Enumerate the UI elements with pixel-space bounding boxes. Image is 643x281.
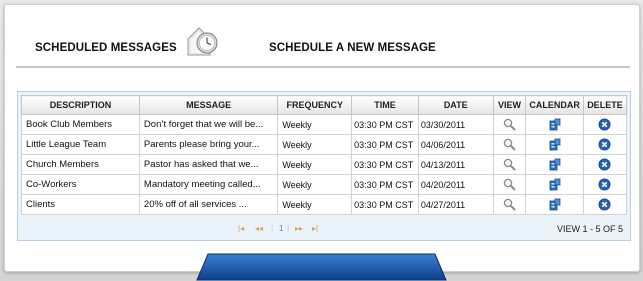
calendar-icon[interactable] — [549, 138, 561, 152]
row-calendar-cell — [525, 154, 584, 175]
magnifier-icon[interactable] — [503, 138, 516, 151]
table-row[interactable]: Clients 20% off of all services ... Weekly… — [21, 194, 628, 215]
row-message: Pastor has asked that we... — [138, 154, 279, 175]
row-date: 04/20/2011 — [417, 174, 494, 195]
column-header-message[interactable]: MESSAGE — [138, 95, 279, 115]
messages-table: DESCRIPTION MESSAGE FREQUENCY TIME DATE … — [21, 95, 628, 215]
column-header-delete: DELETE — [582, 95, 628, 115]
row-time: 03:30 PM CST — [351, 194, 419, 215]
pager: |◂ ◂◂ | 1 | ▸▸ ▸| VIEW 1 - 5 OF 5 — [21, 221, 627, 238]
row-description: Co-Workers — [21, 174, 140, 195]
row-time: 03:30 PM CST — [351, 134, 419, 155]
row-time: 03:30 PM CST — [351, 114, 419, 135]
row-message: Parents please bring your... — [138, 134, 279, 155]
calendar-icon[interactable] — [549, 178, 561, 192]
row-message: Mandatory meeting called... — [138, 174, 279, 195]
scheduled-messages-tab[interactable]: SCHEDULED MESSAGES — [35, 42, 177, 54]
column-header-time[interactable]: TIME — [351, 95, 419, 115]
row-date: 04/27/2011 — [417, 194, 494, 215]
pager-prev-button[interactable]: ◂◂ — [255, 224, 263, 233]
bottom-tab — [196, 253, 447, 281]
row-date: 03/30/2011 — [417, 114, 494, 135]
pager-first-button[interactable]: |◂ — [238, 224, 244, 233]
magnifier-icon[interactable] — [503, 178, 516, 191]
row-calendar-cell — [525, 174, 584, 195]
delete-icon[interactable] — [598, 138, 611, 151]
row-date: 04/06/2011 — [417, 134, 494, 155]
row-frequency: Weekly — [277, 154, 353, 175]
row-description: Book Club Members — [21, 114, 140, 135]
delete-icon[interactable] — [598, 198, 611, 211]
messages-panel: SCHEDULED MESSAGES SCHEDULE A NEW MESSAG… — [4, 4, 640, 272]
messages-grid: DESCRIPTION MESSAGE FREQUENCY TIME DATE … — [17, 91, 631, 241]
magnifier-icon[interactable] — [503, 118, 516, 131]
row-view-cell — [492, 154, 527, 175]
column-header-calendar: CALENDAR — [525, 95, 584, 115]
table-header-row: DESCRIPTION MESSAGE FREQUENCY TIME DATE … — [21, 95, 628, 115]
table-row[interactable]: Book Club Members Don’t forget that we wi… — [21, 114, 628, 135]
row-frequency: Weekly — [277, 194, 353, 215]
panel-header: SCHEDULED MESSAGES SCHEDULE A NEW MESSAG… — [5, 5, 639, 69]
pager-last-button[interactable]: ▸| — [312, 224, 318, 233]
pager-separator: | — [287, 224, 290, 233]
magnifier-icon[interactable] — [503, 198, 516, 211]
column-header-frequency[interactable]: FREQUENCY — [277, 95, 353, 115]
delete-icon[interactable] — [598, 178, 611, 191]
row-delete-cell — [582, 114, 628, 135]
table-row[interactable]: Co-Workers Mandatory meeting called... Wee… — [21, 174, 628, 195]
delete-icon[interactable] — [598, 158, 611, 171]
column-header-description[interactable]: DESCRIPTION — [21, 95, 140, 115]
pager-next-button[interactable]: ▸▸ — [295, 224, 303, 233]
row-delete-cell — [582, 154, 628, 175]
header-divider — [16, 66, 630, 68]
row-view-cell — [492, 134, 527, 155]
column-header-view: VIEW — [492, 95, 527, 115]
row-view-cell — [492, 194, 527, 215]
row-frequency: Weekly — [277, 174, 353, 195]
row-frequency: Weekly — [277, 114, 353, 135]
pager-page-number[interactable]: 1 — [279, 224, 283, 233]
calendar-icon[interactable] — [549, 198, 561, 212]
row-delete-cell — [582, 174, 628, 195]
row-view-cell — [492, 174, 527, 195]
pager-separator: | — [271, 224, 274, 233]
column-header-date[interactable]: DATE — [417, 95, 494, 115]
pager-view-count: VIEW 1 - 5 OF 5 — [556, 224, 623, 234]
row-delete-cell — [582, 134, 628, 155]
row-calendar-cell — [525, 114, 584, 135]
calendar-icon[interactable] — [549, 118, 561, 132]
row-calendar-cell — [525, 194, 584, 215]
row-description: Clients — [21, 194, 140, 215]
row-calendar-cell — [525, 134, 584, 155]
row-time: 03:30 PM CST — [351, 154, 419, 175]
table-row[interactable]: Little League Team Parents please bring y… — [21, 134, 628, 155]
calendar-icon[interactable] — [549, 158, 561, 172]
clock-icon[interactable] — [185, 25, 221, 57]
row-frequency: Weekly — [277, 134, 353, 155]
row-message: Don’t forget that we will be... — [138, 114, 279, 135]
table-row[interactable]: Church Members Pastor has asked that we..… — [21, 154, 628, 175]
row-description: Church Members — [21, 154, 140, 175]
row-view-cell — [492, 114, 527, 135]
magnifier-icon[interactable] — [503, 158, 516, 171]
row-message: 20% off of all services ... — [138, 194, 279, 215]
schedule-new-message-tab[interactable]: SCHEDULE A NEW MESSAGE — [269, 42, 436, 54]
delete-icon[interactable] — [598, 118, 611, 131]
row-date: 04/13/2011 — [417, 154, 494, 175]
row-description: Little League Team — [21, 134, 140, 155]
row-delete-cell — [582, 194, 628, 215]
row-time: 03:30 PM CST — [351, 174, 419, 195]
